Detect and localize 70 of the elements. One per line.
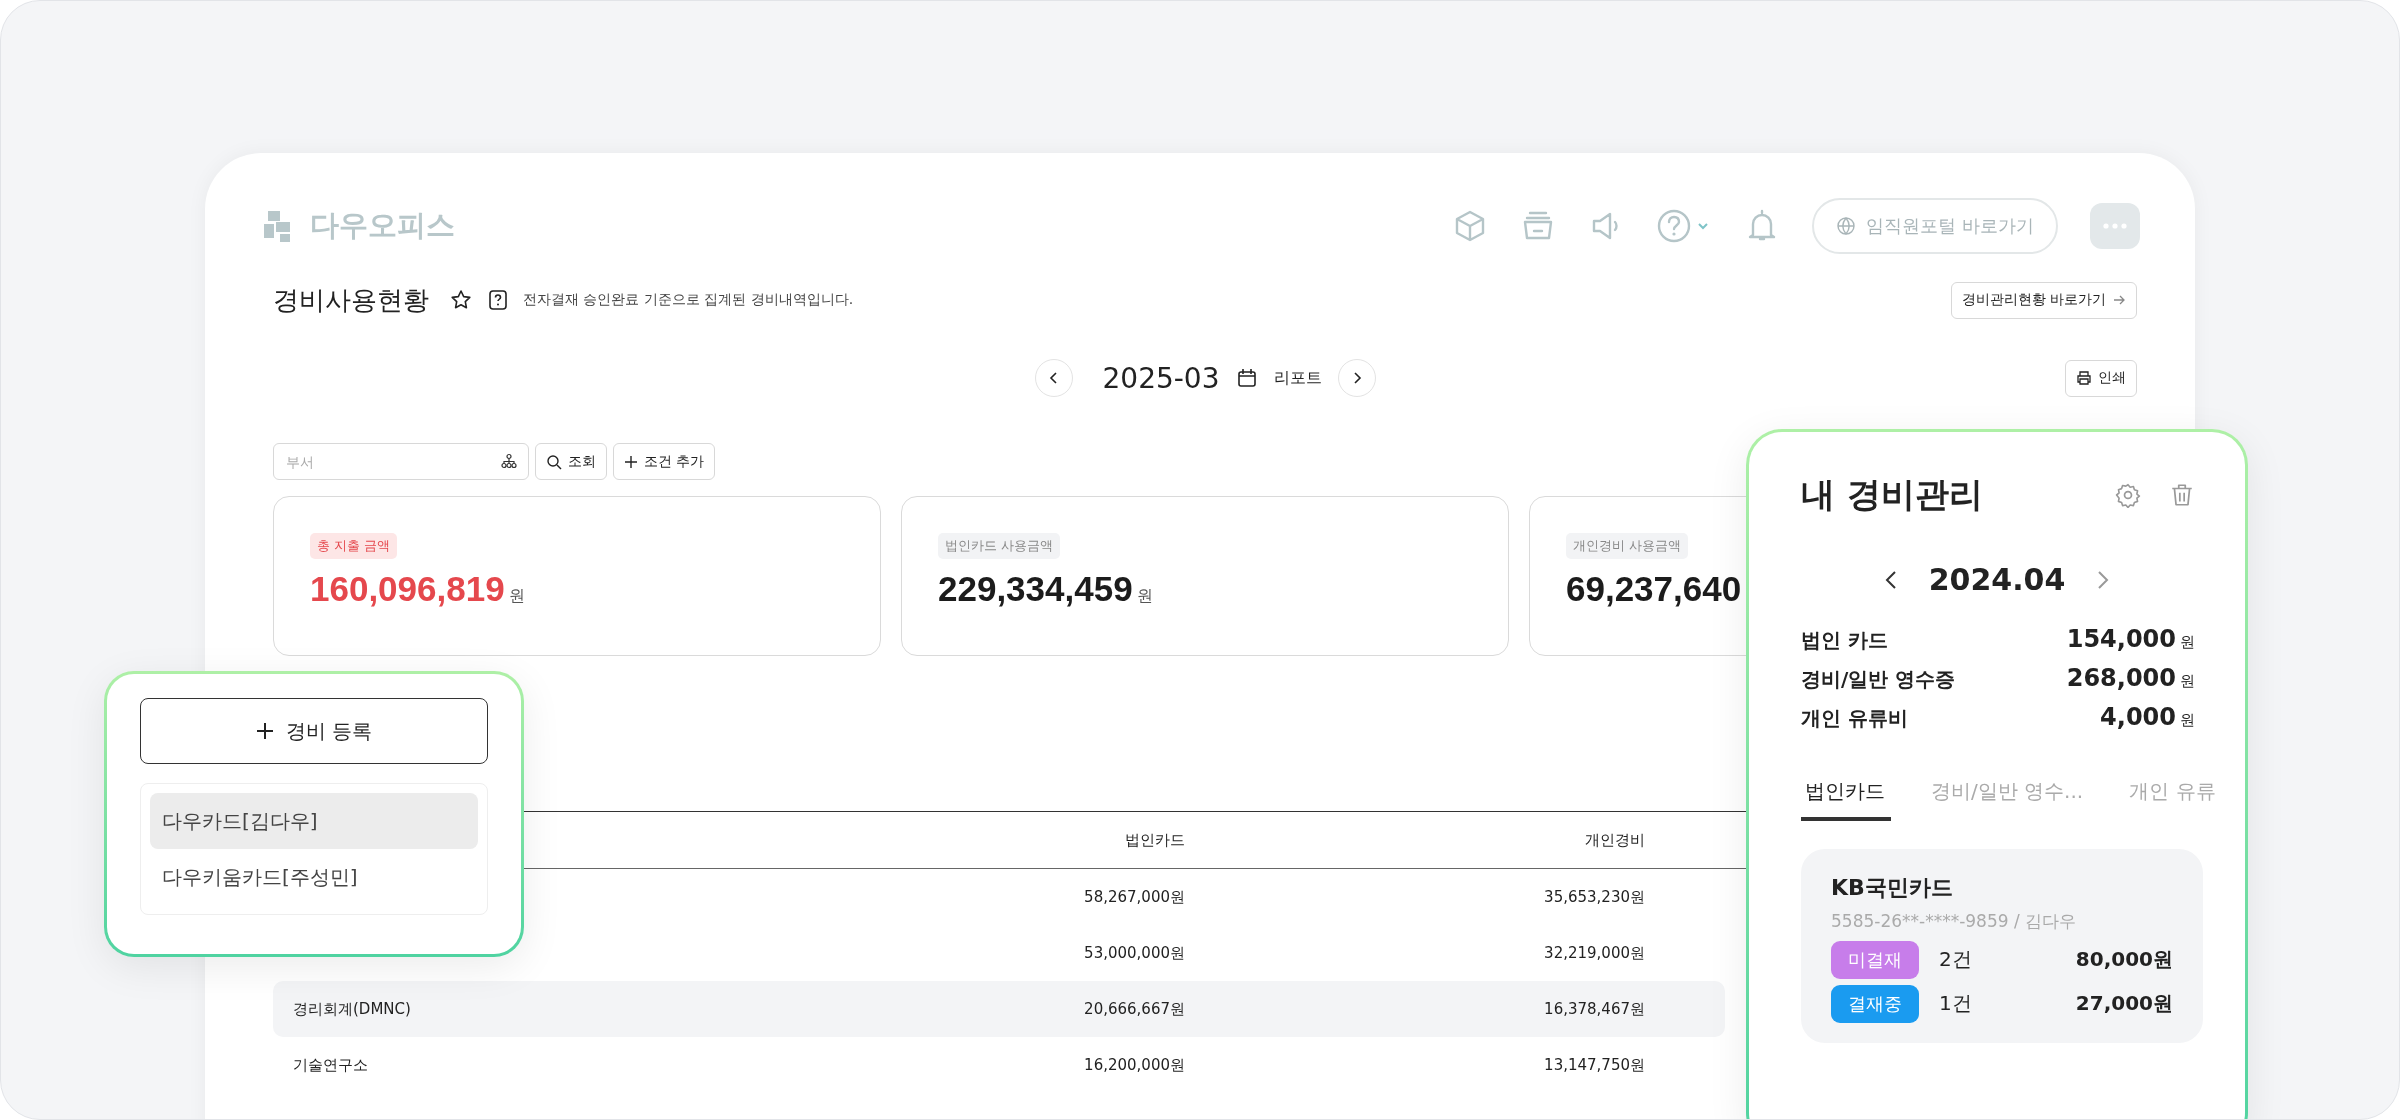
currency-unit: 원 — [2180, 672, 2195, 691]
plus-icon — [624, 454, 638, 469]
department-field[interactable]: 부서 — [273, 443, 529, 480]
summary-label: 법인 카드 — [1801, 627, 1889, 654]
currency-unit: 원 — [508, 586, 525, 607]
table-cell: 기술연구소 — [293, 1055, 368, 1074]
currency-unit: 원 — [2180, 633, 2195, 652]
card-amount: 229,334,459 — [938, 569, 1133, 609]
card-label: 총 지출 금액 — [310, 533, 398, 559]
currency-unit: 원 — [1136, 586, 1153, 607]
status-count: 1건 — [1939, 990, 1973, 1017]
column-header: 법인카드 — [1124, 830, 1185, 850]
search-icon — [546, 453, 562, 470]
register-expense-button[interactable]: 경비 등록 — [140, 698, 488, 764]
table-cell: 35,653,230원 — [1544, 887, 1645, 906]
table-cell: 32,219,000원 — [1544, 943, 1645, 962]
summary-label: 경비/일반 영수증 — [1801, 666, 1957, 693]
summary-amount: 268,000 — [2066, 664, 2176, 692]
search-button[interactable]: 조회 — [535, 443, 607, 480]
highlighted-row[interactable]: 경리회계(DMNC) 20,666,667원 16,378,467원 — [273, 981, 1725, 1037]
help-icon[interactable] — [487, 289, 509, 311]
currency-unit: 원 — [2180, 711, 2195, 730]
card-list-item[interactable]: 다우키움카드[주성민] — [150, 849, 478, 905]
panel-title: 내 경비관리 — [1801, 473, 1983, 516]
card-label: 개인경비 사용금액 — [1566, 533, 1689, 559]
card-amount: 160,096,819 — [310, 569, 505, 609]
settings-icon[interactable] — [2115, 482, 2141, 508]
table-cell: 58,267,000원 — [1084, 887, 1185, 906]
shortcut-button[interactable]: 경비관리현황 바로가기 — [1950, 281, 2137, 319]
status-count: 2건 — [1939, 946, 1973, 973]
card-number: 5585-26**-****-9859 / 김다우 — [1831, 910, 2078, 933]
status-badge: 미결재 — [1831, 940, 1919, 979]
summary-label: 개인 유류비 — [1801, 705, 1909, 732]
table-cell: 13,147,750원 — [1544, 1055, 1645, 1074]
table-cell: 16,378,467원 — [1544, 999, 1645, 1018]
page-title: 경비사용현황 — [273, 283, 429, 317]
summary-amount: 4,000 — [2100, 703, 2176, 731]
column-header: 개인경비 — [1584, 830, 1645, 850]
calendar-icon[interactable] — [1235, 367, 1258, 389]
table-cell: 경리회계(DMNC) — [293, 999, 411, 1018]
tab[interactable]: 법인카드 — [1801, 778, 1891, 821]
card-amount: 69,237,640 — [1566, 569, 1742, 609]
status-amount: 80,000원 — [2075, 946, 2173, 973]
add-condition-button[interactable]: 조건 추가 — [613, 443, 716, 480]
period-label: 2025-03 — [1102, 361, 1220, 395]
next-month-button[interactable] — [1337, 359, 1376, 397]
page-description: 전자결재 승인완료 기준으로 집계된 경비내역입니다. — [523, 291, 854, 309]
trash-icon[interactable] — [2169, 482, 2195, 508]
report-label[interactable]: 리포트 — [1273, 367, 1322, 389]
table-cell: 16,200,000원 — [1084, 1055, 1185, 1074]
globe-icon — [1836, 216, 1857, 236]
card-label: 법인카드 사용금액 — [938, 533, 1061, 559]
card-name: KB국민카드 — [1831, 874, 1954, 902]
table-cell: 20,666,667원 — [1084, 999, 1185, 1018]
status-badge: 결재중 — [1831, 984, 1919, 1023]
previous-month-button[interactable] — [1034, 359, 1073, 397]
printer-icon — [2076, 370, 2092, 386]
arrow-right-icon — [2112, 293, 2126, 307]
status-amount: 27,000원 — [2075, 990, 2173, 1017]
more-button[interactable] — [2090, 203, 2140, 249]
plus-icon — [255, 722, 274, 740]
month-label: 2024.04 — [1928, 562, 2066, 597]
brand-name: 다우오피스 — [310, 207, 455, 244]
print-button[interactable]: 인쇄 — [2065, 359, 2137, 397]
summary-amount: 154,000 — [2066, 625, 2176, 653]
more-icon — [2103, 223, 2127, 229]
org-chart-icon — [501, 453, 517, 469]
star-icon[interactable] — [449, 288, 473, 312]
card-list-item[interactable]: 다우카드[김다우] — [150, 793, 478, 849]
table-cell: 53,000,000원 — [1084, 943, 1185, 962]
